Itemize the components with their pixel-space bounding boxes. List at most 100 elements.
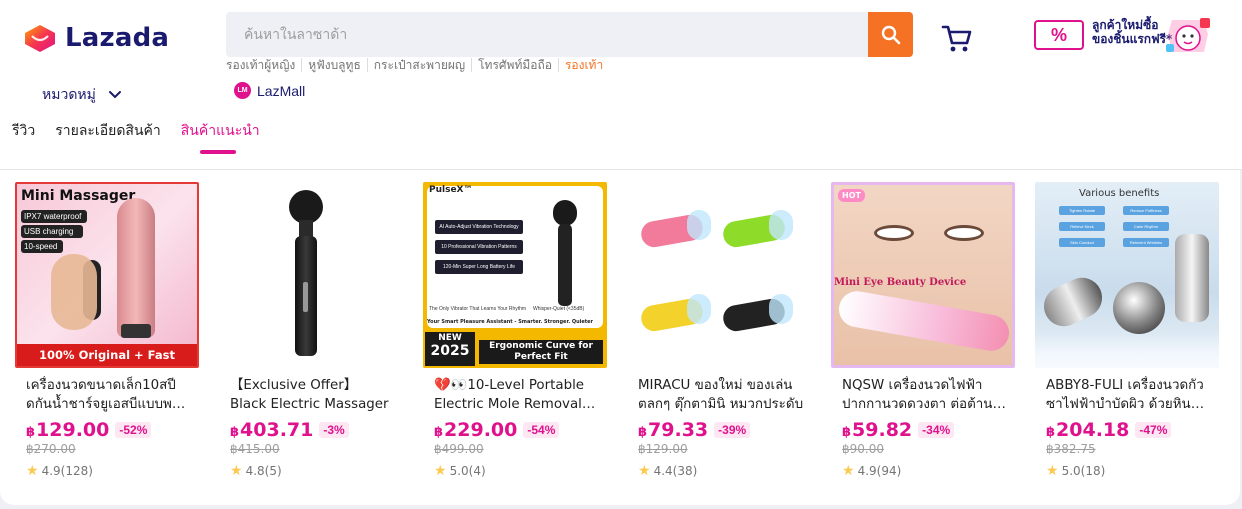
star-icon: ★ [638,463,651,479]
star-icon: ★ [230,463,243,479]
product-image[interactable]: PulseX™ AI Auto-Adjust Vibration Technol… [423,182,607,368]
image-caption: Calm Rhythm [1123,222,1169,231]
discount-badge: -52% [115,422,152,438]
product-price: ฿204.18 [1046,419,1130,441]
product-card[interactable]: Various benefits Tighten Rotate Reduce P… [1035,182,1219,479]
image-caption: HOT [838,189,865,202]
promo-text: ลูกค้าใหม่ซื้อ ของชิ้นแรกฟรี* [1092,18,1173,46]
image-caption: AI Auto-Adjust Vibration Technology [435,220,523,234]
star-icon: ★ [434,463,447,479]
lazmall-label: LazMall [257,82,306,99]
new-customer-promo[interactable]: % ลูกค้าใหม่ซื้อ ของชิ้นแรกฟรี* [1034,14,1214,58]
image-caption: Reinvent Wrinkles [1123,238,1169,247]
product-card[interactable]: HOT Mini Eye Beauty Device NQSW เครื่องน… [831,182,1015,479]
mascot-icon [1166,18,1210,52]
image-caption: 100% Original + Fast delivery [17,344,197,366]
recommended-products: Mini Massager IPX7 waterproof USB chargi… [0,170,1240,505]
image-caption: Relieve Neck [1059,222,1105,231]
image-caption: Various benefits [1079,188,1160,199]
discount-badge: -34% [918,422,955,438]
suggestion-link[interactable]: รองเท้า [557,58,609,72]
product-rating: ★ 5.0(4) [434,463,486,479]
product-image[interactable] [627,182,811,368]
product-rating: ★ 4.4(38) [638,463,698,479]
image-caption: Mini Massager [21,188,136,204]
star-icon: ★ [842,463,855,479]
image-caption: Reduce Puffiness [1123,206,1169,215]
image-caption: Tighten Rotate [1059,206,1105,215]
product-image[interactable] [219,182,403,368]
image-caption: Your Smart Pleasure Assistant - Smarter.… [427,319,594,325]
product-title[interactable]: MIRACU ของใหม่ ของเล่นตลกๆ ตุ๊กตามินิ หม… [627,376,805,414]
image-caption: USB charging [21,225,83,238]
search-icon [881,25,900,44]
star-icon: ★ [1046,463,1059,479]
product-rating: ★ 4.8(5) [230,463,282,479]
product-card[interactable]: MIRACU ของใหม่ ของเล่นตลกๆ ตุ๊กตามินิ หม… [627,182,811,479]
product-price: ฿129.00 [26,419,110,441]
tab-reviews[interactable]: รีวิว [12,120,35,154]
original-price: ฿270.00 [26,442,76,456]
suggestion-link[interactable]: หูฟังบลูทูธ [301,58,366,72]
chevron-down-icon [108,91,121,99]
cart-icon[interactable] [941,24,973,54]
image-caption: Skin Conduct [1059,238,1105,247]
star-icon: ★ [26,463,39,479]
discount-badge: -39% [714,422,751,438]
product-title[interactable]: 【Exclusive Offer】 Black Electric Massage… [219,376,397,414]
suggestion-link[interactable]: โทรศัพท์มือถือ [471,58,558,72]
product-rating: ★ 5.0(18) [1046,463,1106,479]
product-card[interactable]: 【Exclusive Offer】 Black Electric Massage… [219,182,403,479]
original-price: ฿382.75 [1046,442,1096,456]
discount-badge: -54% [523,422,560,438]
image-caption: 120-Min Super Long Battery Life [435,260,523,274]
category-label: หมวดหมู่ [42,87,96,103]
lazmall-link[interactable]: LM LazMall [234,82,305,99]
search-input[interactable] [226,12,868,57]
suggestion-link[interactable]: รองเท้าผู้หญิง [226,58,301,72]
product-price: ฿59.82 [842,419,913,441]
image-caption: Mini Eye Beauty Device [834,277,967,288]
search-bar [226,12,913,57]
product-price: ฿229.00 [434,419,518,441]
brand-name: Lazada [65,23,170,53]
search-button[interactable] [868,12,913,57]
lazada-logo[interactable]: Lazada [22,22,169,54]
product-rating: ★ 4.9(128) [26,463,93,479]
lazmall-icon: LM [234,82,251,99]
product-image[interactable]: HOT Mini Eye Beauty Device [831,182,1015,368]
product-image[interactable]: Mini Massager IPX7 waterproof USB chargi… [15,182,199,368]
original-price: ฿90.00 [842,442,884,456]
original-price: ฿129.00 [638,442,688,456]
lazada-heart-icon [25,25,55,52]
image-caption: Ergonomic Curve for Perfect Fit [479,340,603,364]
tab-recommended[interactable]: สินค้าแนะนำ [181,120,260,154]
product-card[interactable]: Mini Massager IPX7 waterproof USB chargi… [15,182,199,479]
tab-product-details[interactable]: รายละเอียดสินค้า [55,120,161,154]
product-price: ฿403.71 [230,419,314,441]
product-title[interactable]: เครื่องนวดขนาดเล็ก10สปีดกันน้ำชาร์จยูเอส… [15,376,193,414]
coupon-icon: % [1034,20,1084,50]
product-title[interactable]: 💔👀10-Level Portable Electric Mole Remova… [423,376,601,414]
product-price: ฿79.33 [638,419,709,441]
search-suggestions: รองเท้าผู้หญิง หูฟังบลูทูธ กระเป๋าสะพายผ… [226,58,609,72]
product-title[interactable]: NQSW เครื่องนวดไฟฟ้า ปากกานวดดวงตา ต่อต้… [831,376,1009,414]
image-caption: 10 Professional Vibration Patterns [435,240,523,254]
product-title[interactable]: ABBY8-FULI เครื่องนวดกัวซาไฟฟ้าบำบัดผิว … [1035,376,1213,414]
product-tabs: รีวิว รายละเอียดสินค้า สินค้าแนะนำ [12,120,280,154]
image-caption: Whisper-Quiet (<35dB) [533,306,585,312]
image-caption: The Only Vibrator That Learns Your Rhyth… [429,306,527,312]
image-caption: IPX7 waterproof [21,210,87,223]
discount-badge: -3% [319,422,349,438]
new-2025-badge: NEW 2025 [425,332,475,366]
category-menu[interactable]: หมวดหมู่ [42,84,122,106]
product-card[interactable]: PulseX™ AI Auto-Adjust Vibration Technol… [423,182,607,479]
product-rating: ★ 4.9(94) [842,463,902,479]
discount-badge: -47% [1135,422,1172,438]
product-image[interactable]: Various benefits Tighten Rotate Reduce P… [1035,182,1219,368]
original-price: ฿415.00 [230,442,280,456]
suggestion-link[interactable]: กระเป๋าสะพายผญ [366,58,471,72]
image-caption: 10-speed [21,240,63,253]
image-caption: PulseX™ [429,185,473,195]
original-price: ฿499.00 [434,442,484,456]
